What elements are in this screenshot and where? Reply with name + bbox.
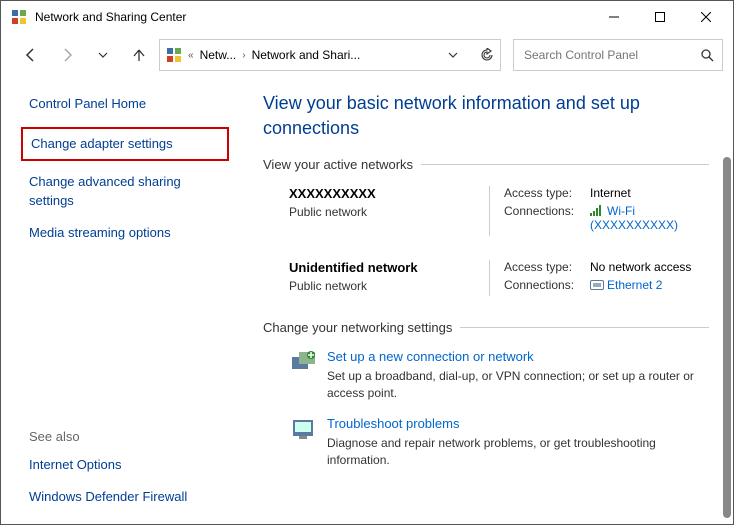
value-access-type: Internet xyxy=(590,186,709,200)
refresh-button[interactable] xyxy=(480,48,494,62)
network-center-icon xyxy=(166,47,182,63)
section-networking-settings: Change your networking settings xyxy=(263,320,709,335)
content-area: Control Panel Home Change adapter settin… xyxy=(1,77,733,524)
titlebar: Network and Sharing Center xyxy=(1,1,733,33)
task-description: Set up a broadband, dial-up, or VPN conn… xyxy=(327,368,709,402)
forward-button[interactable] xyxy=(51,39,83,71)
network-center-icon xyxy=(11,9,27,25)
network-type: Public network xyxy=(289,279,489,293)
label-access-type: Access type: xyxy=(504,186,590,200)
search-icon[interactable] xyxy=(700,48,714,62)
maximize-button[interactable] xyxy=(637,1,683,33)
network-name: Unidentified network xyxy=(289,260,489,275)
scrollbar[interactable] xyxy=(723,157,731,518)
task-item: Set up a new connection or network Set up… xyxy=(263,349,709,402)
ethernet-icon xyxy=(590,280,604,290)
minimize-button[interactable] xyxy=(591,1,637,33)
sidebar: Control Panel Home Change adapter settin… xyxy=(1,77,241,524)
network-type: Public network xyxy=(289,205,489,219)
sidebar-item-home[interactable]: Control Panel Home xyxy=(29,95,229,113)
sidebar-item-media-streaming[interactable]: Media streaming options xyxy=(29,224,229,242)
task-icon xyxy=(289,349,317,377)
label-connections: Connections: xyxy=(504,278,590,292)
network-block: Unidentified network Public network Access… xyxy=(263,260,709,296)
chevron-left-icon: « xyxy=(188,50,194,61)
task-link[interactable]: Set up a new connection or network xyxy=(327,349,709,364)
task-item: Troubleshoot problems Diagnose and repair… xyxy=(263,416,709,469)
address-bar: « Netw... › Network and Shari... xyxy=(1,33,733,77)
section-label: View your active networks xyxy=(263,157,413,172)
breadcrumb-segment[interactable]: Network and Shari... xyxy=(252,48,361,62)
address-dropdown[interactable] xyxy=(448,50,458,60)
sidebar-item-advanced-sharing[interactable]: Change advanced sharing settings xyxy=(29,173,229,209)
highlight-box: Change adapter settings xyxy=(21,127,229,161)
breadcrumb-segment[interactable]: Netw... xyxy=(200,48,237,62)
sidebar-item-adapter-settings[interactable]: Change adapter settings xyxy=(31,136,173,151)
connection-link[interactable]: Ethernet 2 xyxy=(607,278,662,292)
up-button[interactable] xyxy=(123,39,155,71)
label-connections: Connections: xyxy=(504,204,590,218)
chevron-right-icon: › xyxy=(242,50,245,61)
label-access-type: Access type: xyxy=(504,260,590,274)
sidebar-item-firewall[interactable]: Windows Defender Firewall xyxy=(29,488,229,506)
recent-dropdown[interactable] xyxy=(87,39,119,71)
section-active-networks: View your active networks xyxy=(263,157,709,172)
task-icon xyxy=(289,416,317,444)
task-description: Diagnose and repair network problems, or… xyxy=(327,435,709,469)
window: Network and Sharing Center « Netw... › N… xyxy=(0,0,734,525)
wifi-signal-icon xyxy=(590,205,604,216)
network-name: XXXXXXXXXX xyxy=(289,186,489,201)
value-access-type: No network access xyxy=(590,260,709,274)
address-box[interactable]: « Netw... › Network and Shari... xyxy=(159,39,501,71)
page-title: View your basic network information and … xyxy=(263,91,709,141)
sidebar-item-internet-options[interactable]: Internet Options xyxy=(29,456,229,474)
network-block: XXXXXXXXXX Public network Access type:Inte… xyxy=(263,186,709,236)
main-panel: View your basic network information and … xyxy=(241,77,733,524)
see-also-header: See also xyxy=(29,429,229,444)
section-label: Change your networking settings xyxy=(263,320,452,335)
window-title: Network and Sharing Center xyxy=(35,10,186,24)
back-button[interactable] xyxy=(15,39,47,71)
search-box[interactable] xyxy=(513,39,723,71)
task-link[interactable]: Troubleshoot problems xyxy=(327,416,709,431)
close-button[interactable] xyxy=(683,1,729,33)
search-input[interactable] xyxy=(522,47,700,63)
